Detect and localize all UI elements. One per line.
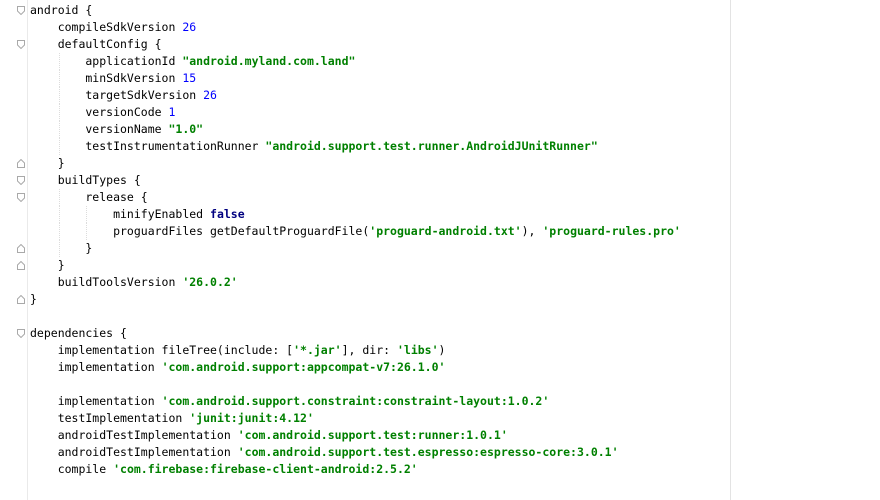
indent-guide	[58, 70, 60, 87]
code-token: applicationId	[30, 54, 183, 68]
code-line[interactable]: androidTestImplementation 'com.android.s…	[30, 427, 880, 444]
code-line[interactable]: minSdkVersion 15	[30, 70, 880, 87]
code-token: androidTestImplementation	[30, 428, 238, 442]
code-line[interactable]: buildTypes {	[30, 172, 880, 189]
code-line[interactable]: release {	[30, 189, 880, 206]
code-token: versionCode	[30, 105, 169, 119]
code-line[interactable]: implementation 'com.android.support.cons…	[30, 393, 880, 410]
code-area[interactable]: android { compileSdkVersion 26 defaultCo…	[30, 2, 880, 478]
code-line[interactable]: }	[30, 240, 880, 257]
number-token: 15	[182, 71, 197, 85]
code-line[interactable]: compile 'com.firebase:firebase-client-an…	[30, 461, 880, 478]
code-line[interactable]: }	[30, 155, 880, 172]
code-token: release {	[30, 190, 148, 204]
fold-collapse-icon[interactable]	[17, 6, 25, 15]
fold-end-icon[interactable]	[17, 244, 25, 253]
code-line[interactable]: compileSdkVersion 26	[30, 19, 880, 36]
code-line[interactable]: versionCode 1	[30, 104, 880, 121]
string-token: "1.0"	[168, 122, 204, 136]
indent-guide	[58, 189, 60, 206]
code-line[interactable]: }	[30, 257, 880, 274]
string-token: 'proguard-rules.pro'	[542, 224, 681, 238]
code-line[interactable]: applicationId "android.myland.com.land"	[30, 53, 880, 70]
code-token: compile	[30, 462, 114, 476]
code-token: proguardFiles getDefaultProguardFile(	[30, 224, 370, 238]
string-token: 'com.android.support:appcompat-v7:26.1.0…	[161, 360, 446, 374]
code-line[interactable]: buildToolsVersion '26.0.2'	[30, 274, 880, 291]
fold-collapse-icon[interactable]	[17, 329, 25, 338]
code-token: minSdkVersion	[30, 71, 183, 85]
code-token: }	[30, 292, 37, 306]
code-line[interactable]: }	[30, 291, 880, 308]
string-token: 'com.android.support.constraint:constrai…	[161, 394, 550, 408]
code-token: testInstrumentationRunner	[30, 139, 266, 153]
string-token: "android.support.test.runner.AndroidJUni…	[265, 139, 598, 153]
code-token: androidTestImplementation	[30, 445, 238, 459]
code-token: }	[30, 241, 93, 255]
string-token: 'proguard-android.txt'	[369, 224, 522, 238]
number-token: 26	[182, 20, 197, 34]
code-token: }	[30, 258, 65, 272]
indent-guide	[58, 104, 60, 121]
code-token: compileSdkVersion	[30, 20, 183, 34]
indent-guide	[58, 240, 60, 257]
code-token: )	[438, 343, 446, 357]
fold-collapse-icon[interactable]	[17, 176, 25, 185]
indent-guide	[58, 87, 60, 104]
code-editor[interactable]: android { compileSdkVersion 26 defaultCo…	[0, 0, 880, 500]
number-token: 1	[168, 105, 176, 119]
code-token: android {	[30, 3, 93, 17]
string-token: '*.jar'	[293, 343, 342, 357]
code-token: buildTypes {	[30, 173, 141, 187]
code-line[interactable]	[30, 376, 880, 393]
code-line[interactable]	[30, 308, 880, 325]
indent-guide	[58, 138, 60, 155]
code-token: implementation	[30, 360, 162, 374]
indent-guide	[58, 223, 60, 240]
code-token: implementation	[30, 394, 162, 408]
code-token: }	[30, 156, 65, 170]
string-token: '26.0.2'	[182, 275, 238, 289]
fold-collapse-icon[interactable]	[17, 40, 25, 49]
code-line[interactable]: testInstrumentationRunner "android.suppo…	[30, 138, 880, 155]
code-token: buildToolsVersion	[30, 275, 183, 289]
indent-guide	[86, 206, 88, 223]
code-line[interactable]: proguardFiles getDefaultProguardFile('pr…	[30, 223, 880, 240]
code-token: minifyEnabled	[30, 207, 211, 221]
string-token: 'junit:junit:4.12'	[189, 411, 314, 425]
code-token: implementation fileTree(include: [	[30, 343, 294, 357]
fold-collapse-icon[interactable]	[17, 193, 25, 202]
indent-guide	[58, 121, 60, 138]
code-line[interactable]: defaultConfig {	[30, 36, 880, 53]
code-line[interactable]: dependencies {	[30, 325, 880, 342]
indent-guide	[58, 206, 60, 223]
string-token: 'com.android.support.test:runner:1.0.1'	[237, 428, 508, 442]
code-line[interactable]: implementation 'com.android.support:appc…	[30, 359, 880, 376]
code-token: defaultConfig {	[30, 37, 162, 51]
code-token: versionName	[30, 122, 169, 136]
code-token: targetSdkVersion	[30, 88, 204, 102]
code-line[interactable]: testImplementation 'junit:junit:4.12'	[30, 410, 880, 427]
code-line[interactable]: android {	[30, 2, 880, 19]
code-line[interactable]: targetSdkVersion 26	[30, 87, 880, 104]
code-token: ], dir:	[341, 343, 397, 357]
indent-guide	[86, 223, 88, 240]
code-line[interactable]: androidTestImplementation 'com.android.s…	[30, 444, 880, 461]
string-token: "android.myland.com.land"	[182, 54, 356, 68]
string-token: 'com.android.support.test.espresso:espre…	[237, 445, 619, 459]
code-token: ),	[521, 224, 543, 238]
code-line[interactable]: minifyEnabled false	[30, 206, 880, 223]
code-token: testImplementation	[30, 411, 190, 425]
fold-end-icon[interactable]	[17, 261, 25, 270]
fold-end-icon[interactable]	[17, 159, 25, 168]
string-token: 'libs'	[396, 343, 439, 357]
fold-end-icon[interactable]	[17, 295, 25, 304]
indent-guide	[58, 53, 60, 70]
string-token: 'com.firebase:firebase-client-android:2.…	[113, 462, 418, 476]
code-line[interactable]: implementation fileTree(include: ['*.jar…	[30, 342, 880, 359]
number-token: 26	[203, 88, 217, 102]
code-token: dependencies {	[30, 326, 127, 340]
keyword-token: false	[210, 207, 245, 221]
code-line[interactable]: versionName "1.0"	[30, 121, 880, 138]
